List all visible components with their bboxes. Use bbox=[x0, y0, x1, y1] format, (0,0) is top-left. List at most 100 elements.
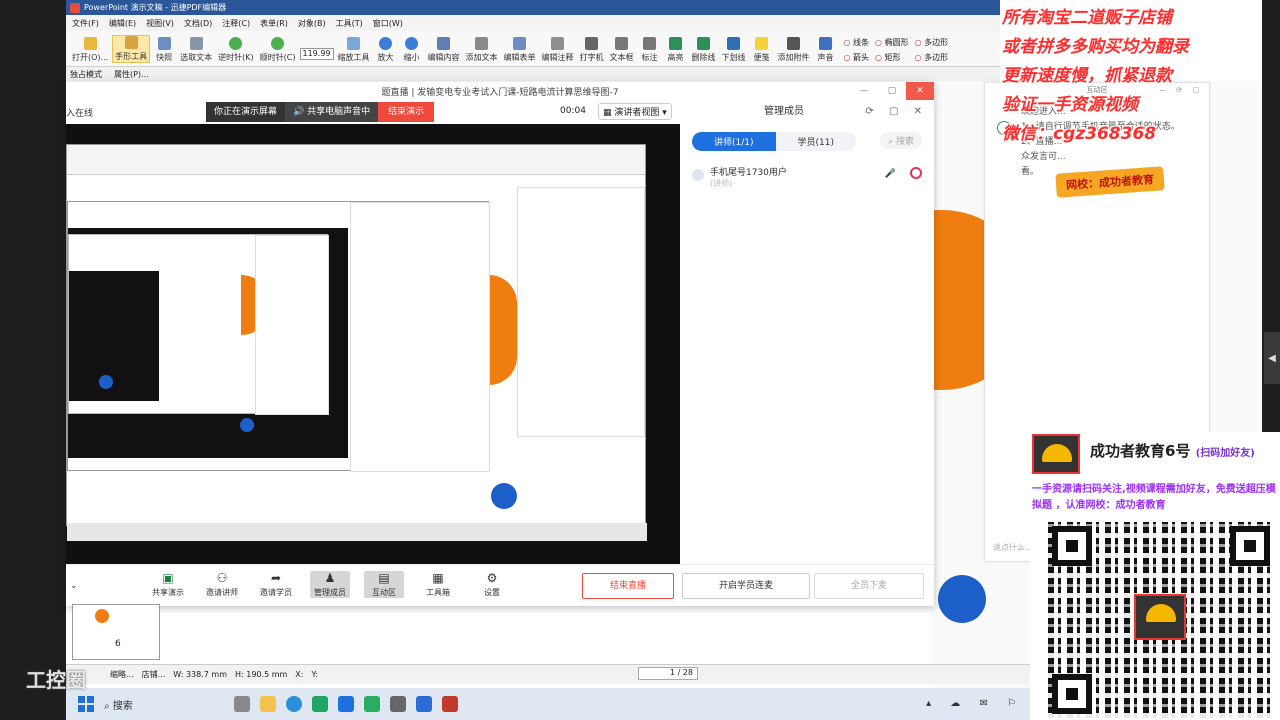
page-indicator[interactable]: 1 / 28 bbox=[638, 667, 698, 680]
collapse-handle[interactable]: ◀ bbox=[1264, 332, 1280, 384]
mute-all-button[interactable]: 全员下麦 bbox=[814, 573, 924, 599]
file-explorer-icon[interactable] bbox=[260, 696, 276, 712]
properties-button[interactable]: 属性(P)... bbox=[114, 69, 149, 80]
chevron-down-icon[interactable]: ⌄ bbox=[70, 581, 78, 591]
strikethrough-button[interactable]: 删除线 bbox=[690, 37, 718, 63]
live-window: 题直播 | 发输变电专业考试入门课-短路电流计算思维导图-7 — ▢ ✕ 入在线… bbox=[66, 82, 934, 606]
end-live-button[interactable]: 结束直播 bbox=[582, 573, 674, 599]
hand-tool-button[interactable]: 手形工具 bbox=[112, 35, 151, 63]
view-mode-select[interactable]: ▦ 演讲者视图 ▾ bbox=[598, 103, 672, 120]
polygon-tool-2[interactable]: 多边形 bbox=[915, 52, 948, 63]
live-timer: 00:04 bbox=[560, 106, 586, 116]
windows-start-icon[interactable] bbox=[78, 696, 94, 712]
status-thumbnail-tab[interactable]: 缩略... bbox=[110, 669, 134, 680]
app-title: PowerPoint 演示文稿 - 迅捷PDF编辑器 bbox=[84, 3, 227, 12]
textbox-button[interactable]: 文本框 bbox=[608, 37, 636, 63]
members-header-icons[interactable]: ⟳ ▢ ✕ bbox=[865, 100, 928, 124]
status-height: H: 190.5 mm bbox=[235, 670, 288, 679]
note-button[interactable]: 便笺 bbox=[750, 37, 774, 63]
nested-orange-shape bbox=[489, 275, 517, 385]
zoom-input[interactable]: 119.99 bbox=[299, 48, 334, 60]
maximize-button[interactable]: ▢ bbox=[878, 82, 906, 100]
menu-comment[interactable]: 注释(C) bbox=[222, 18, 250, 29]
menu-form[interactable]: 表单(R) bbox=[260, 18, 288, 29]
underline-icon bbox=[727, 37, 740, 50]
nested-blue-small bbox=[99, 375, 113, 389]
status-store-tab[interactable]: 店铺... bbox=[142, 669, 166, 680]
menu-tools[interactable]: 工具(T) bbox=[336, 18, 363, 29]
spreadsheet-icon[interactable] bbox=[312, 696, 328, 712]
zoom-in-button[interactable]: 放大 bbox=[374, 37, 398, 63]
app-icon-gray[interactable] bbox=[390, 696, 406, 712]
edge-icon[interactable] bbox=[286, 696, 302, 712]
camera-icon[interactable] bbox=[910, 167, 922, 179]
edit-content-button[interactable]: 编辑内容 bbox=[426, 37, 462, 63]
menu-document[interactable]: 文档(D) bbox=[184, 18, 212, 29]
menu-edit[interactable]: 编辑(E) bbox=[109, 18, 136, 29]
microphone-icon[interactable]: 🎤 bbox=[885, 169, 896, 179]
callout-button[interactable]: 标注 bbox=[638, 37, 662, 63]
tab-teachers[interactable]: 讲师(1/1) bbox=[692, 132, 776, 151]
attachment-label: 添加附件 bbox=[777, 53, 810, 62]
snapshot-button[interactable]: 快照 bbox=[152, 37, 176, 63]
search-icon: ⌕ bbox=[888, 137, 896, 147]
polygon-tool[interactable]: 多边形 bbox=[915, 37, 948, 48]
edit-form-button[interactable]: 编辑表单 bbox=[502, 37, 538, 63]
taskbar-search[interactable]: ⌕ 搜索 bbox=[104, 697, 224, 712]
close-button[interactable]: ✕ bbox=[906, 82, 934, 100]
manage-members-button[interactable]: ♟ 管理成员 bbox=[310, 571, 350, 598]
ellipse-tool[interactable]: 椭圆形 bbox=[875, 37, 909, 48]
share-audio-button[interactable]: 🔊 共享电脑声音中 bbox=[285, 102, 379, 122]
rectangle-tool[interactable]: 矩形 bbox=[875, 52, 909, 63]
typewriter-button[interactable]: 打字机 bbox=[578, 37, 606, 63]
app-icon-red[interactable] bbox=[442, 696, 458, 712]
add-text-button[interactable]: 添加文本 bbox=[464, 37, 500, 63]
taskview-icon[interactable] bbox=[234, 696, 250, 712]
rotate-cw-button[interactable]: 顺时针(C) bbox=[258, 37, 298, 63]
select-text-button[interactable]: 选取文本 bbox=[178, 37, 214, 63]
open-button[interactable]: 打开(O)... bbox=[70, 37, 110, 63]
edit-annotation-button[interactable]: 编辑注释 bbox=[540, 37, 576, 63]
menu-file[interactable]: 文件(F) bbox=[72, 18, 99, 29]
members-tabs: 讲师(1/1) 学员(11) ⌕ 搜索 bbox=[682, 124, 934, 159]
invite-teacher-button[interactable]: ⚇ 邀请讲师 bbox=[202, 571, 242, 598]
link-mic-button[interactable]: 开启学员连麦 bbox=[682, 573, 810, 599]
underline-button[interactable]: 下划线 bbox=[720, 37, 748, 63]
toolbox-button[interactable]: ▦ 工具箱 bbox=[418, 571, 458, 598]
member-row[interactable]: 手机尾号1730用户 (讲师) 🎤 bbox=[682, 159, 934, 189]
nested-taskbar bbox=[67, 523, 647, 541]
sound-button[interactable]: 声音 bbox=[814, 37, 838, 63]
menu-view[interactable]: 视图(V) bbox=[146, 18, 174, 29]
zoom-tool-button[interactable]: 缩放工具 bbox=[336, 37, 372, 63]
interaction-button[interactable]: ▤ 互动区 bbox=[364, 571, 404, 598]
exclusive-mode-toggle[interactable]: 独占模式 bbox=[70, 69, 102, 80]
attachment-button[interactable]: 添加附件 bbox=[776, 37, 812, 63]
share-present-button[interactable]: ▣ 共享演示 bbox=[148, 571, 188, 598]
system-tray[interactable]: ▴ ☁ ✉ ⚐ bbox=[926, 698, 1024, 709]
promo-card-description: 一手资源请扫码关注,视频课程需加好友，免费送超压模拟题 ，认准网校：成功者教育 bbox=[1032, 484, 1276, 511]
interaction-input[interactable]: 说点什么... bbox=[993, 542, 1033, 553]
browser-icon[interactable] bbox=[338, 696, 354, 712]
status-width: W: 338.7 mm bbox=[173, 670, 227, 679]
line-tool[interactable]: 线条 bbox=[844, 37, 869, 48]
pdf-editor-icon[interactable] bbox=[416, 696, 432, 712]
member-search-input[interactable]: ⌕ 搜索 bbox=[880, 132, 922, 149]
end-present-button[interactable]: 结束演示 bbox=[378, 102, 435, 122]
qr-code[interactable] bbox=[1048, 522, 1274, 718]
invite-student-button[interactable]: ➦ 邀请学员 bbox=[256, 571, 296, 598]
minimize-button[interactable]: — bbox=[850, 82, 878, 100]
arrow-tool[interactable]: 箭头 bbox=[844, 52, 869, 63]
menu-window[interactable]: 窗口(W) bbox=[373, 18, 403, 29]
member-avatar bbox=[692, 169, 704, 181]
slide-thumbnail[interactable]: 6 bbox=[72, 604, 160, 660]
highlight-button[interactable]: 高亮 bbox=[664, 37, 688, 63]
menu-object[interactable]: 对象(B) bbox=[298, 18, 326, 29]
app-icon-green[interactable] bbox=[364, 696, 380, 712]
tab-students[interactable]: 学员(11) bbox=[775, 132, 856, 151]
zoom-out-button[interactable]: 缩小 bbox=[400, 37, 424, 63]
rotate-ccw-button[interactable]: 逆时针(K) bbox=[216, 37, 256, 63]
status-x: X: bbox=[295, 670, 304, 679]
menubar: 文件(F) 编辑(E) 视图(V) 文档(D) 注释(C) 表单(R) 对象(B… bbox=[66, 15, 1000, 31]
annotation-icon bbox=[551, 37, 564, 50]
settings-button[interactable]: ⚙ 设置 bbox=[472, 571, 512, 598]
